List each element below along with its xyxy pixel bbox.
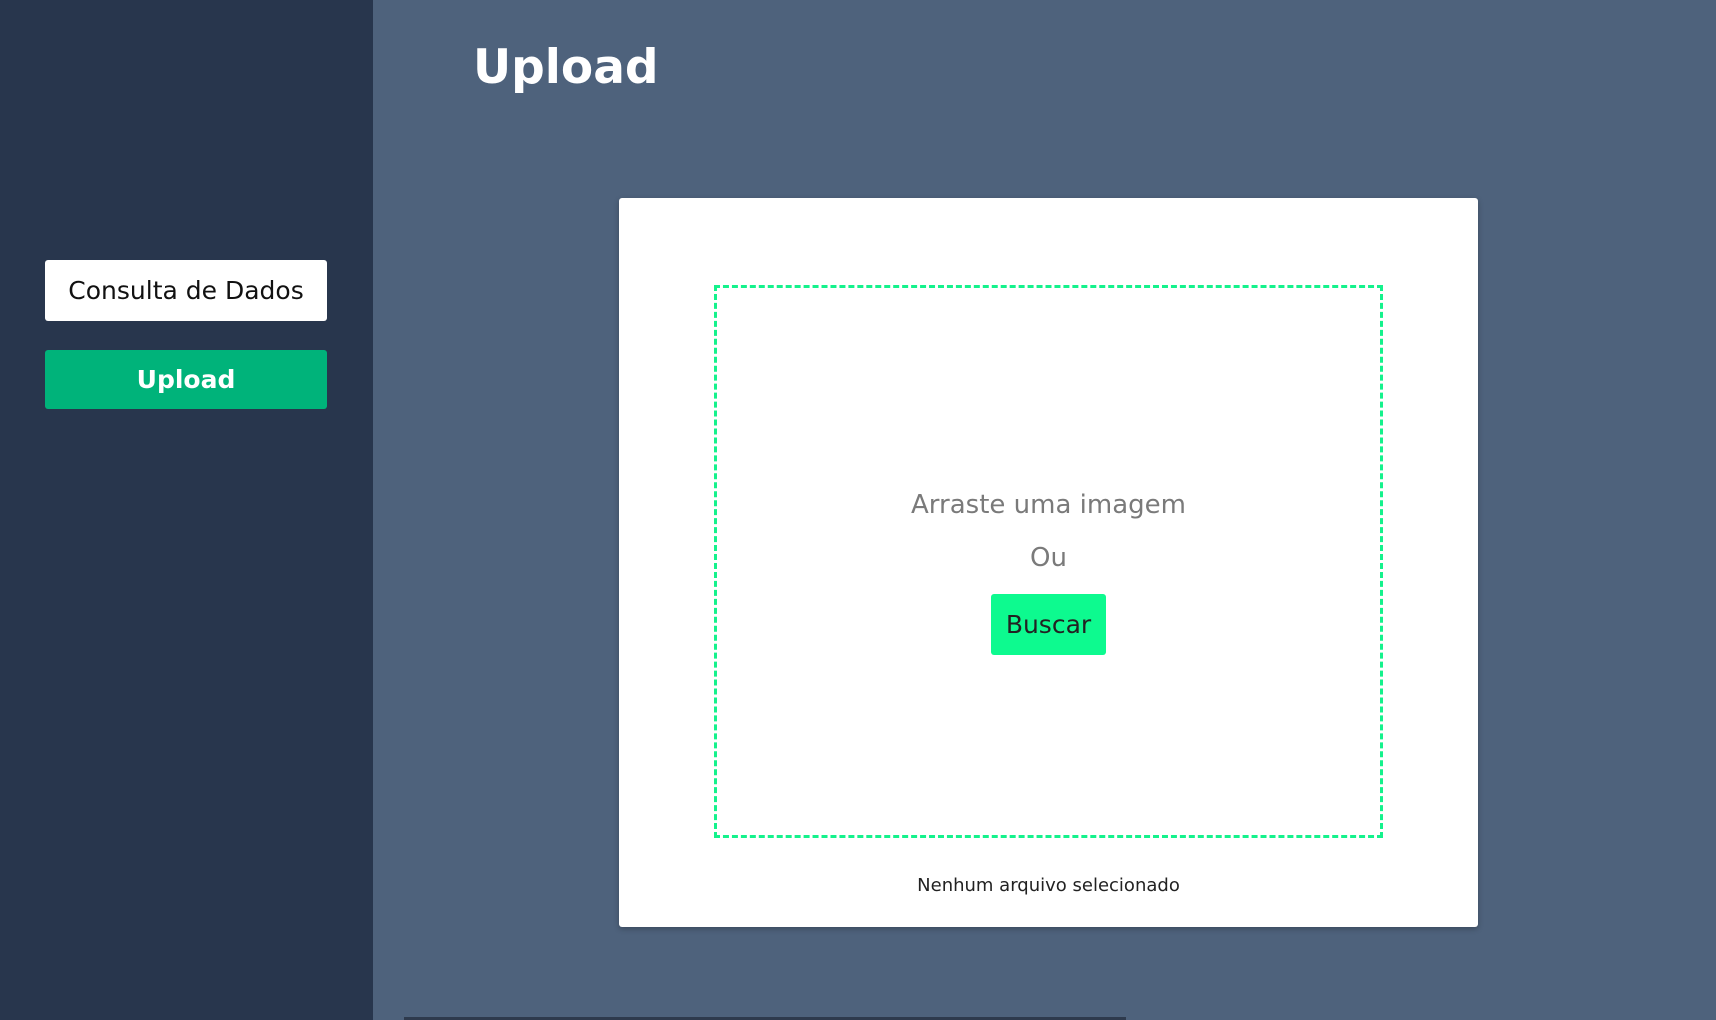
sidebar-item-label: Consulta de Dados bbox=[68, 276, 304, 305]
dropzone-or-text: Ou bbox=[1030, 543, 1067, 573]
upload-card: Arraste uma imagem Ou Buscar Nenhum arqu… bbox=[619, 198, 1478, 927]
sidebar: Consulta de Dados Upload bbox=[0, 0, 373, 1020]
browse-button[interactable]: Buscar bbox=[991, 594, 1106, 655]
app-window: Consulta de Dados Upload Upload Arraste … bbox=[0, 0, 1716, 1020]
dropzone-drag-text: Arraste uma imagem bbox=[911, 490, 1186, 520]
sidebar-item-upload[interactable]: Upload bbox=[45, 350, 327, 409]
sidebar-item-label: Upload bbox=[136, 365, 236, 394]
file-dropzone[interactable]: Arraste uma imagem Ou Buscar bbox=[714, 285, 1383, 838]
page-title: Upload bbox=[473, 40, 659, 95]
file-status-text: Nenhum arquivo selecionado bbox=[917, 875, 1180, 896]
sidebar-item-consulta-de-dados[interactable]: Consulta de Dados bbox=[45, 260, 327, 321]
